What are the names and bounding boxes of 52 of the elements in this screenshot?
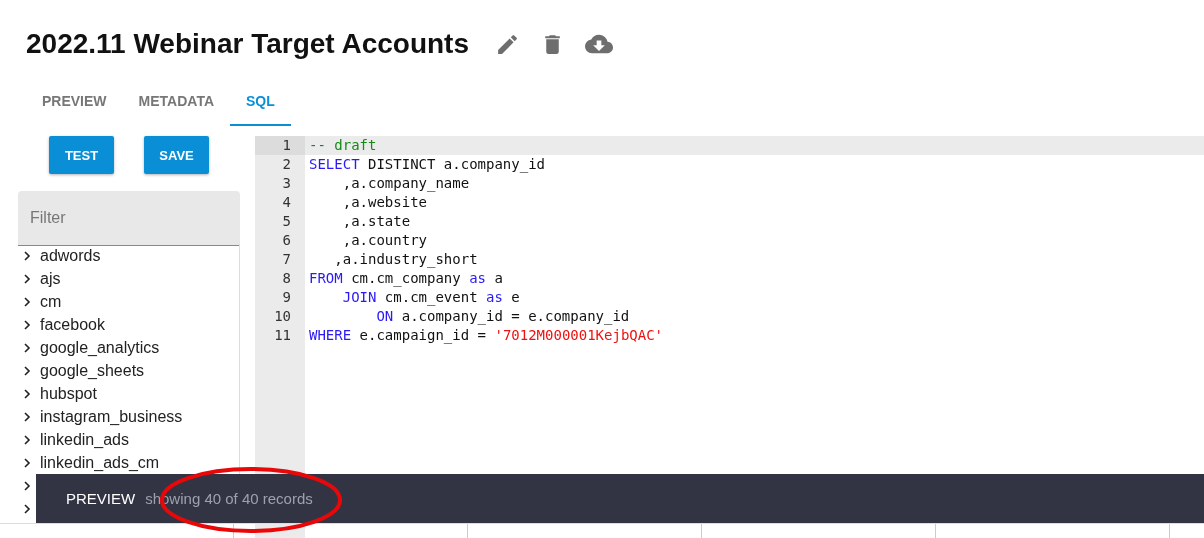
code-line: ,a.state [341, 212, 411, 231]
code-line: ,a.website [341, 193, 427, 212]
line-number: 3 [255, 174, 305, 193]
code-line: SELECT DISTINCT a.company_id [308, 155, 545, 174]
line-number: 4 [255, 193, 305, 212]
line-number: 9 [255, 288, 305, 307]
chevron-icon[interactable] [22, 411, 32, 422]
line-number: 7 [255, 250, 305, 269]
tree-item[interactable]: linkedin_ads_cm [40, 453, 160, 472]
code-line: -- draft [308, 136, 377, 155]
chevron-icon[interactable] [22, 365, 32, 376]
tree-item[interactable]: adwords [40, 246, 101, 265]
tab[interactable]: PREVIEW [26, 78, 123, 126]
chevron-icon[interactable] [22, 250, 32, 261]
line-number: 1 [255, 136, 305, 155]
chevron-icon[interactable] [22, 296, 32, 307]
line-number: 10 [255, 307, 305, 326]
chevron-icon[interactable] [22, 388, 32, 399]
tab[interactable]: METADATA [122, 78, 230, 126]
line-number: 11 [255, 326, 305, 345]
chevron-icon[interactable] [22, 434, 32, 445]
tree-item[interactable]: facebook [40, 315, 105, 334]
line-number: 2 [255, 155, 305, 174]
tree-item[interactable]: ajs [40, 269, 61, 288]
test-button[interactable]: TEST [49, 136, 114, 174]
chevron-icon[interactable] [22, 457, 32, 468]
tree-item[interactable]: instagram_business [40, 407, 183, 426]
tab[interactable]: SQL [230, 78, 291, 126]
tree-item[interactable]: google_analytics [40, 338, 160, 357]
chevron-icon[interactable] [22, 503, 32, 514]
code-line: FROM cm.cm_company as a [308, 269, 503, 288]
chevron-icon[interactable] [22, 342, 32, 353]
chevron-icon[interactable] [22, 319, 32, 330]
tree-item[interactable]: google_sheets [40, 361, 145, 380]
save-button[interactable]: SAVE [144, 136, 209, 174]
tree-item[interactable]: hubspot [40, 384, 97, 403]
preview-bar-title[interactable]: PREVIEW [66, 490, 136, 507]
code-line: ,a.industry_short [333, 250, 478, 269]
line-number: 8 [255, 269, 305, 288]
chevron-icon[interactable] [22, 273, 32, 284]
code-line: ON a.company_id = e.company_id [375, 307, 630, 326]
code-line: WHERE e.campaign_id = '7012M000001KejbQAC' [308, 326, 664, 345]
tree-item[interactable]: linkedin_ads [40, 430, 129, 449]
code-line: ,a.country [341, 231, 427, 250]
line-number: 5 [255, 212, 305, 231]
code-line: JOIN cm.cm_event as e [341, 288, 520, 307]
line-number: 6 [255, 231, 305, 250]
tree-item[interactable]: cm [40, 292, 62, 311]
page-title: 2022.11 Webinar Target Accounts [26, 28, 469, 60]
code-line: ,a.company_name [341, 174, 470, 193]
chevron-icon[interactable] [22, 480, 32, 491]
filter-field[interactable]: Filter [18, 191, 240, 246]
